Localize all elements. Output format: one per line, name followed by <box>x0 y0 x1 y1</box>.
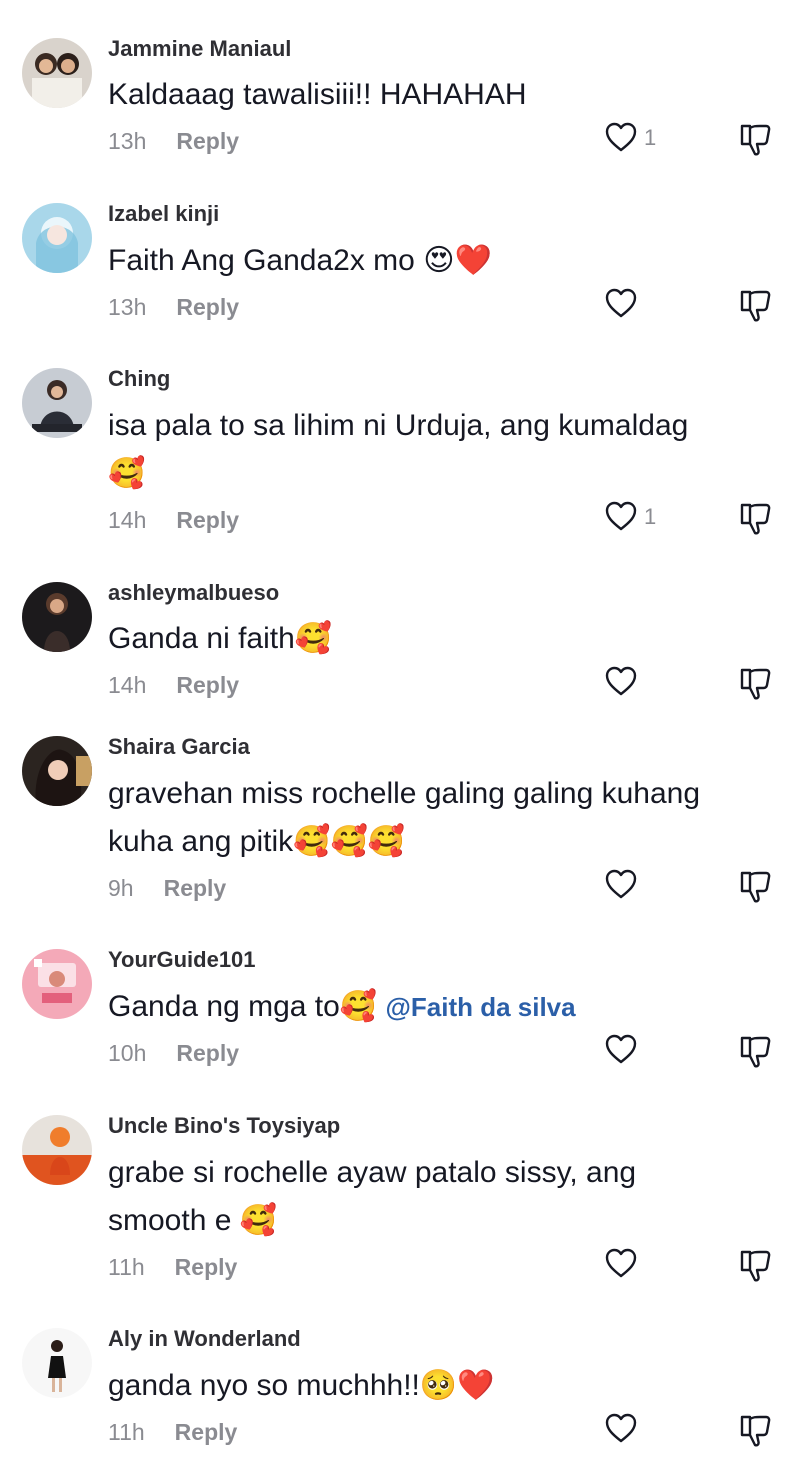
like-button[interactable] <box>604 287 654 323</box>
comment-username[interactable]: Shaira Garcia <box>108 734 250 760</box>
like-button[interactable] <box>604 1033 654 1069</box>
like-button[interactable] <box>604 1247 654 1283</box>
heart-outline-icon <box>605 288 637 318</box>
dislike-button[interactable] <box>738 1248 774 1284</box>
like-button[interactable] <box>604 665 654 701</box>
heart-outline-icon <box>605 122 637 152</box>
comment-meta: 11h Reply <box>108 1419 237 1446</box>
heart-outline-icon <box>605 1413 637 1443</box>
reply-button[interactable]: Reply <box>176 128 239 154</box>
comment-time: 14h <box>108 672 147 698</box>
comment-meta: 14h Reply <box>108 507 239 534</box>
mention-link[interactable]: @Faith da silva <box>386 992 576 1022</box>
dislike-button[interactable] <box>738 1034 774 1070</box>
thumbs-down-outline-icon <box>740 871 771 903</box>
avatar[interactable] <box>22 736 92 806</box>
dislike-button[interactable] <box>738 869 774 905</box>
dislike-button[interactable] <box>738 1413 774 1449</box>
like-count: 1 <box>644 504 657 529</box>
thumbs-down-outline-icon <box>740 1415 771 1447</box>
comment-username[interactable]: Aly in Wonderland <box>108 1326 301 1352</box>
comment-text-line2: smooth e 🥰 <box>108 1204 278 1237</box>
comment-text: Kaldaaag tawalisiii!! HAHAHAH <box>108 78 527 111</box>
comment-text-line2: 🥰 <box>108 456 146 491</box>
avatar[interactable] <box>22 368 92 438</box>
comment-username[interactable]: Ching <box>108 366 170 392</box>
comment-text: isa pala to sa lihim ni Urduja, ang kuma… <box>108 409 689 442</box>
heart-outline-icon <box>605 1248 637 1278</box>
comment-meta: 13h Reply <box>108 128 239 155</box>
like-count: 1 <box>644 125 657 150</box>
reply-button[interactable]: Reply <box>175 1254 238 1280</box>
comment-username[interactable]: ashleymalbueso <box>108 580 279 606</box>
comment-text: gravehan miss rochelle galing galing kuh… <box>108 777 701 810</box>
comment-time: 14h <box>108 507 147 533</box>
dislike-button[interactable] <box>738 288 774 324</box>
comment-text: Ganda ni faith🥰 <box>108 621 333 656</box>
reply-button[interactable]: Reply <box>176 507 239 533</box>
dislike-button[interactable] <box>738 501 774 537</box>
comment-meta: 13h Reply <box>108 294 239 321</box>
comment-time: 11h <box>108 1254 145 1280</box>
heart-outline-icon <box>605 666 637 696</box>
avatar[interactable] <box>22 38 92 108</box>
comment-time: 13h <box>108 128 147 154</box>
comment-username[interactable]: Uncle Bino's Toysiyap <box>108 1113 340 1139</box>
comment-time: 11h <box>108 1419 145 1445</box>
heart-outline-icon <box>605 869 637 899</box>
reply-button[interactable]: Reply <box>176 294 239 320</box>
comment-username[interactable]: YourGuide101 <box>108 947 256 973</box>
comment-text-line2: kuha ang pitik🥰🥰🥰 <box>108 825 406 858</box>
comment-meta: 10h Reply <box>108 1040 239 1067</box>
like-button[interactable] <box>604 868 654 904</box>
comment-text: Faith Ang Ganda2x mo 😍❤️ <box>108 243 492 278</box>
comment-meta: 11h Reply <box>108 1254 237 1281</box>
comment-username[interactable]: Jammine Maniaul <box>108 36 291 62</box>
thumbs-down-outline-icon <box>740 290 771 322</box>
avatar[interactable] <box>22 1115 92 1185</box>
comment-time: 10h <box>108 1040 147 1066</box>
reply-button[interactable]: Reply <box>176 1040 239 1066</box>
like-button[interactable] <box>604 1412 654 1448</box>
thumbs-down-outline-icon <box>740 1036 771 1068</box>
thumbs-down-outline-icon <box>740 124 771 156</box>
avatar[interactable] <box>22 949 92 1019</box>
comment-meta: 14h Reply <box>108 672 239 699</box>
like-button[interactable]: 1 <box>604 500 657 536</box>
thumbs-down-outline-icon <box>740 668 771 700</box>
comment-text: ganda nyo so muchhh!!🥺❤️ <box>108 1368 495 1403</box>
reply-button[interactable]: Reply <box>164 875 227 901</box>
avatar[interactable] <box>22 203 92 273</box>
comment-text: grabe si rochelle ayaw patalo sissy, ang <box>108 1156 637 1189</box>
heart-outline-icon <box>605 1034 637 1064</box>
dislike-button[interactable] <box>738 122 774 158</box>
thumbs-down-outline-icon <box>740 503 771 535</box>
comment-text: Ganda ng mga to🥰 @Faith da silva <box>108 989 576 1024</box>
avatar[interactable] <box>22 582 92 652</box>
thumbs-down-outline-icon <box>740 1250 771 1282</box>
comment-meta: 9h Reply <box>108 875 226 902</box>
comment-time: 9h <box>108 875 134 901</box>
reply-button[interactable]: Reply <box>176 672 239 698</box>
reply-button[interactable]: Reply <box>175 1419 238 1445</box>
dislike-button[interactable] <box>738 666 774 702</box>
comment-username[interactable]: Izabel kinji <box>108 201 219 227</box>
avatar[interactable] <box>22 1328 92 1398</box>
like-button[interactable]: 1 <box>604 121 657 157</box>
heart-outline-icon <box>605 501 637 531</box>
comment-time: 13h <box>108 294 147 320</box>
